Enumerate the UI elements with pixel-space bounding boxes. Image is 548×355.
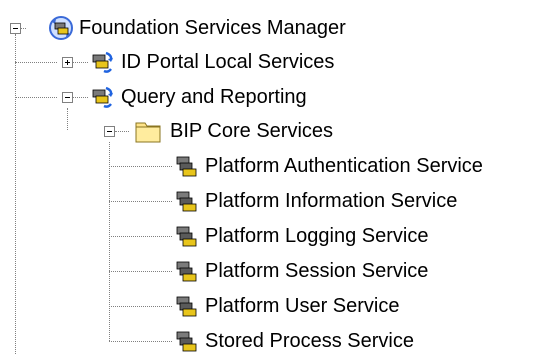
service-icon <box>176 296 197 317</box>
tree-connector <box>15 62 57 63</box>
tree-connector <box>109 142 110 341</box>
services-manager-icon <box>49 16 73 40</box>
tree-node-label: Foundation Services Manager <box>79 17 346 39</box>
tree-node-foundation-services-manager[interactable]: Foundation Services Manager <box>48 14 346 42</box>
tree-connector <box>109 166 172 167</box>
tree-connector <box>115 131 129 132</box>
tree-node-platform-information-service[interactable]: Platform Information Service <box>174 187 457 215</box>
folder-icon <box>135 122 161 143</box>
tree-node-platform-logging-service[interactable]: Platform Logging Service <box>174 222 428 250</box>
tree-node-platform-authentication-service[interactable]: Platform Authentication Service <box>174 152 483 180</box>
tree-connector <box>109 271 172 272</box>
tree-node-label: BIP Core Services <box>170 120 334 142</box>
service-icon <box>176 226 197 247</box>
tree-connector <box>67 108 68 130</box>
tree-connector <box>109 341 172 342</box>
tree-node-platform-user-service[interactable]: Platform User Service <box>174 292 400 320</box>
tree-node-label: Platform Information Service <box>205 190 458 212</box>
service-tree[interactable]: Foundation Services Manager ID Portal Lo… <box>0 0 548 354</box>
tree-node-label: Query and Reporting <box>121 86 307 108</box>
service-icon <box>176 331 197 352</box>
tree-node-platform-session-service[interactable]: Platform Session Service <box>174 257 428 285</box>
tree-connector <box>21 28 26 29</box>
tree-connector <box>15 97 57 98</box>
service-icon <box>176 191 197 212</box>
tree-connector <box>15 34 16 354</box>
collapse-button[interactable] <box>10 23 21 34</box>
tree-node-label: ID Portal Local Services <box>121 51 335 73</box>
tree-node-label: Platform User Service <box>205 295 400 317</box>
tree-node-id-portal-local-services[interactable]: ID Portal Local Services <box>90 48 334 76</box>
tree-node-label: Platform Logging Service <box>205 225 429 247</box>
tree-node-query-and-reporting[interactable]: Query and Reporting <box>90 83 307 111</box>
tree-connector <box>73 62 88 63</box>
service-icon <box>176 156 197 177</box>
tree-node-label: Platform Session Service <box>205 260 429 282</box>
tree-node-label: Stored Process Service <box>205 330 414 352</box>
collapse-button[interactable] <box>62 92 73 103</box>
collapse-button[interactable] <box>104 126 115 137</box>
expand-button[interactable] <box>62 57 73 68</box>
tree-node-label: Platform Authentication Service <box>205 155 483 177</box>
tree-connector <box>109 201 172 202</box>
services-group-icon <box>92 86 113 108</box>
service-icon <box>176 261 197 282</box>
tree-node-stored-process-service[interactable]: Stored Process Service <box>174 327 414 355</box>
tree-connector <box>109 306 172 307</box>
tree-connector <box>73 97 88 98</box>
services-group-icon <box>92 51 113 73</box>
tree-node-bip-core-services[interactable]: BIP Core Services <box>131 117 333 145</box>
tree-connector <box>109 236 172 237</box>
